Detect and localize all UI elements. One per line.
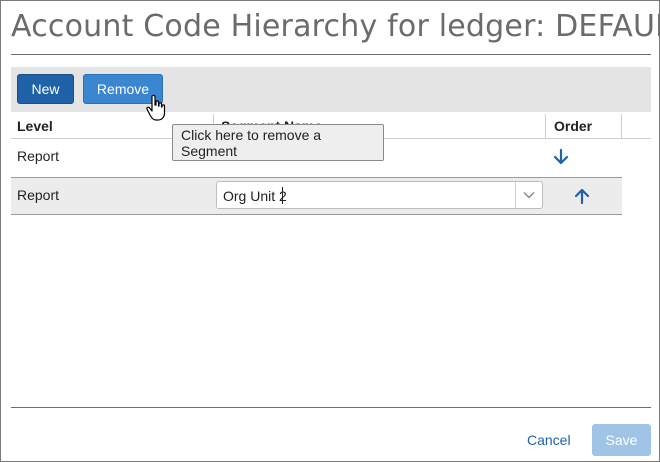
new-button[interactable]: New: [17, 74, 74, 104]
column-divider: [545, 114, 546, 138]
column-divider: [621, 114, 622, 138]
arrow-down-icon[interactable]: [552, 148, 570, 166]
hand-cursor-icon: [146, 94, 166, 121]
segment-name-value: Org Unit 2: [223, 188, 287, 204]
row-level: Report: [17, 148, 60, 164]
segment-name-select[interactable]: Org Unit 2: [216, 181, 543, 209]
table-row-selected[interactable]: Report Org Unit 2: [11, 177, 622, 215]
chevron-down-icon: [523, 191, 535, 199]
remove-tooltip: Click here to remove a Segment: [172, 124, 384, 161]
save-button[interactable]: Save: [592, 424, 651, 456]
cancel-button[interactable]: Cancel: [527, 432, 571, 448]
text-caret: [282, 187, 283, 204]
footer-divider: [11, 407, 651, 408]
page-title: Account Code Hierarchy for ledger: DEFAU…: [11, 9, 660, 44]
dialog: Account Code Hierarchy for ledger: DEFAU…: [0, 0, 660, 462]
arrow-up-icon[interactable]: [573, 187, 591, 205]
column-header-order: Order: [554, 118, 593, 134]
title-divider: [11, 54, 651, 55]
dropdown-button[interactable]: [515, 182, 542, 208]
toolbar: New Remove: [11, 67, 651, 112]
column-header-level: Level: [17, 118, 53, 134]
row-level: Report: [17, 187, 60, 203]
